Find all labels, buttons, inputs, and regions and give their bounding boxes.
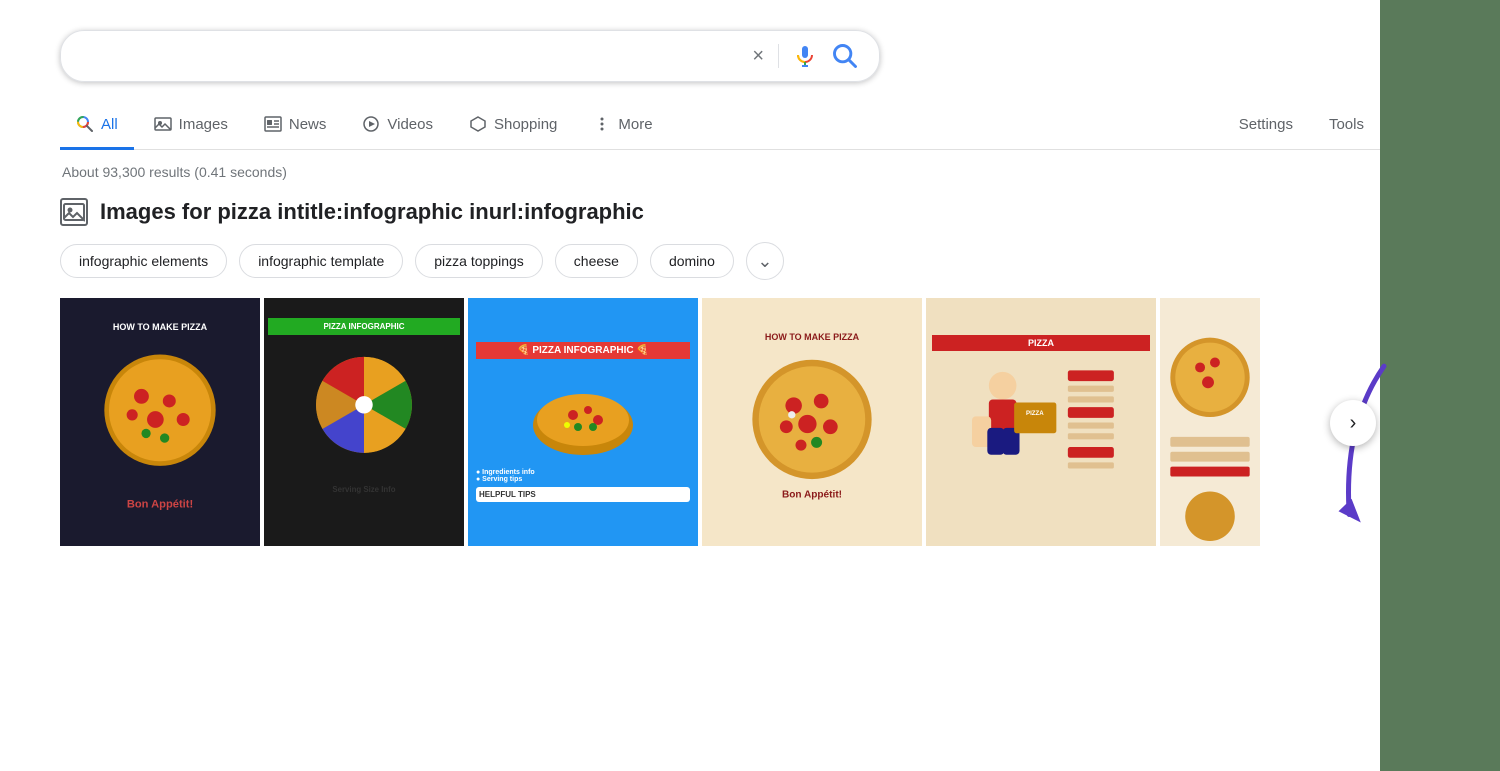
image-result-1[interactable]: HOW TO MAKE PIZZA Bon Appétit! [60, 298, 260, 546]
tab-all-label: All [101, 116, 118, 133]
tab-news[interactable]: News [248, 103, 343, 150]
image-result-2[interactable]: PIZZA INFOGRAPHIC Serving Size Info [264, 298, 464, 546]
chip-pizza-toppings[interactable]: pizza toppings [415, 244, 543, 278]
chip-infographic-template[interactable]: infographic template [239, 244, 403, 278]
videos-tab-icon [362, 115, 380, 133]
chevron-down-icon: ⌄ [757, 251, 772, 272]
image-result-4[interactable]: HOW TO MAKE PIZZA Bon Appétit! [702, 298, 922, 546]
svg-text:Serving Size Info: Serving Size Info [332, 485, 395, 494]
chip-cheese[interactable]: cheese [555, 244, 638, 278]
chip-label: cheese [574, 253, 619, 269]
more-tab-icon [593, 115, 611, 133]
tab-more-label: More [618, 116, 652, 133]
tab-videos-label: Videos [387, 116, 433, 133]
nav-tabs: All Images News [60, 102, 1380, 150]
chip-infographic-elements[interactable]: infographic elements [60, 244, 227, 278]
tab-settings[interactable]: Settings [1223, 104, 1309, 150]
image-result-3[interactable]: 🍕 PIZZA INFOGRAPHIC 🍕 ● Ingredients info [468, 298, 698, 546]
results-count: About 93,300 results (0.41 seconds) [62, 164, 1380, 180]
search-input[interactable]: pizza intitle:infographic inurl:infograp… [81, 46, 742, 67]
tab-images[interactable]: Images [138, 103, 244, 150]
chip-label: domino [669, 253, 715, 269]
images-heading[interactable]: Images for pizza intitle:infographic inu… [60, 198, 1380, 226]
images-tab-icon [154, 115, 172, 133]
mic-icon[interactable] [793, 44, 817, 68]
next-icon: › [1350, 412, 1357, 435]
tab-images-label: Images [179, 116, 228, 133]
next-button[interactable]: › [1330, 400, 1376, 446]
clear-icon[interactable]: × [752, 45, 764, 68]
tab-shopping[interactable]: Shopping [453, 103, 573, 150]
chip-domino[interactable]: domino [650, 244, 734, 278]
shopping-tab-icon [469, 115, 487, 133]
chip-label: infographic elements [79, 253, 208, 269]
tab-tools[interactable]: Tools [1313, 104, 1380, 150]
svg-text:Bon Appétit!: Bon Appétit! [127, 499, 193, 511]
settings-label: Settings [1239, 116, 1293, 133]
tab-videos[interactable]: Videos [346, 103, 449, 150]
images-heading-text: Images for pizza intitle:infographic inu… [100, 199, 644, 225]
search-button-icon[interactable] [831, 42, 859, 70]
image-heading-icon [60, 198, 88, 226]
all-icon [76, 115, 94, 133]
tab-shopping-label: Shopping [494, 116, 557, 133]
chip-label: infographic template [258, 253, 384, 269]
chip-filters: infographic elements infographic templat… [60, 242, 1380, 280]
chip-expand-button[interactable]: ⌄ [746, 242, 784, 280]
news-tab-icon [264, 115, 282, 133]
right-panel [1380, 0, 1500, 771]
image-results-row: HOW TO MAKE PIZZA Bon Appétit! [60, 298, 1380, 548]
search-bar[interactable]: pizza intitle:infographic inurl:infograp… [60, 30, 880, 82]
svg-text:PIZZA: PIZZA [1026, 410, 1044, 417]
svg-text:Bon Appétit!: Bon Appétit! [782, 490, 842, 501]
tab-all[interactable]: All [60, 103, 134, 150]
search-bar-icons: × [752, 42, 859, 70]
search-bar-area: pizza intitle:infographic inurl:infograp… [60, 20, 1380, 82]
tools-label: Tools [1329, 116, 1364, 133]
chip-label: pizza toppings [434, 253, 524, 269]
tab-news-label: News [289, 116, 327, 133]
vertical-divider [778, 44, 779, 68]
image-result-5[interactable]: PIZZA PIZZA [926, 298, 1156, 546]
tab-more[interactable]: More [577, 103, 668, 150]
image-result-6[interactable] [1160, 298, 1260, 546]
